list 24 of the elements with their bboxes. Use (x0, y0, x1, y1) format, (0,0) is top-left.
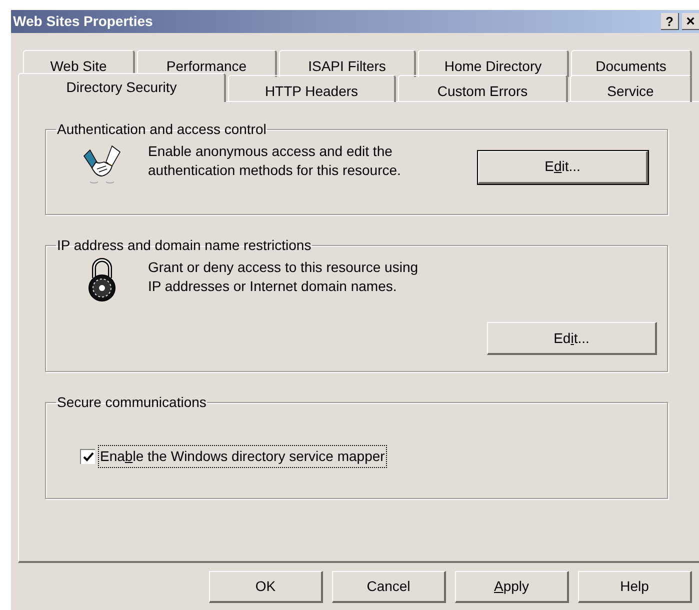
group-title: Authentication and access control (56, 120, 268, 139)
checkbox[interactable] (80, 449, 95, 464)
tab[interactable]: ISAPI Filters (279, 50, 416, 77)
checkbox-label[interactable]: Enable the Windows directory service mapper (98, 445, 387, 468)
dialog-button[interactable]: Help (578, 571, 692, 603)
help-button[interactable]: ? (661, 13, 679, 30)
tab[interactable]: Home Directory (418, 50, 569, 77)
dialog-button[interactable]: Apply (455, 571, 569, 603)
description-text: Grant or deny access to this resource using IP addresses or Internet domain names. (148, 258, 420, 296)
dialog-button[interactable]: OK (209, 571, 323, 603)
padlock-icon (87, 258, 117, 304)
tab[interactable]: Custom Errors (398, 75, 568, 102)
group-title: IP address and domain name restrictions (56, 236, 312, 255)
edit-button[interactable]: Edit... (478, 150, 648, 184)
edit-button[interactable]: Edit... (487, 322, 657, 355)
close-button[interactable]: × (682, 13, 699, 30)
tab[interactable]: Directory Security (18, 73, 226, 102)
tab[interactable]: Service (570, 75, 692, 102)
description-text: Enable anonymous access and edit the authentication methods for this resource. (148, 142, 402, 180)
window-title: Web Sites Properties (13, 12, 154, 31)
group-title: Secure communications (56, 393, 208, 412)
tab[interactable]: HTTP Headers (228, 75, 396, 102)
dialog-button[interactable]: Cancel (332, 571, 446, 603)
tab[interactable]: Documents (571, 50, 692, 77)
